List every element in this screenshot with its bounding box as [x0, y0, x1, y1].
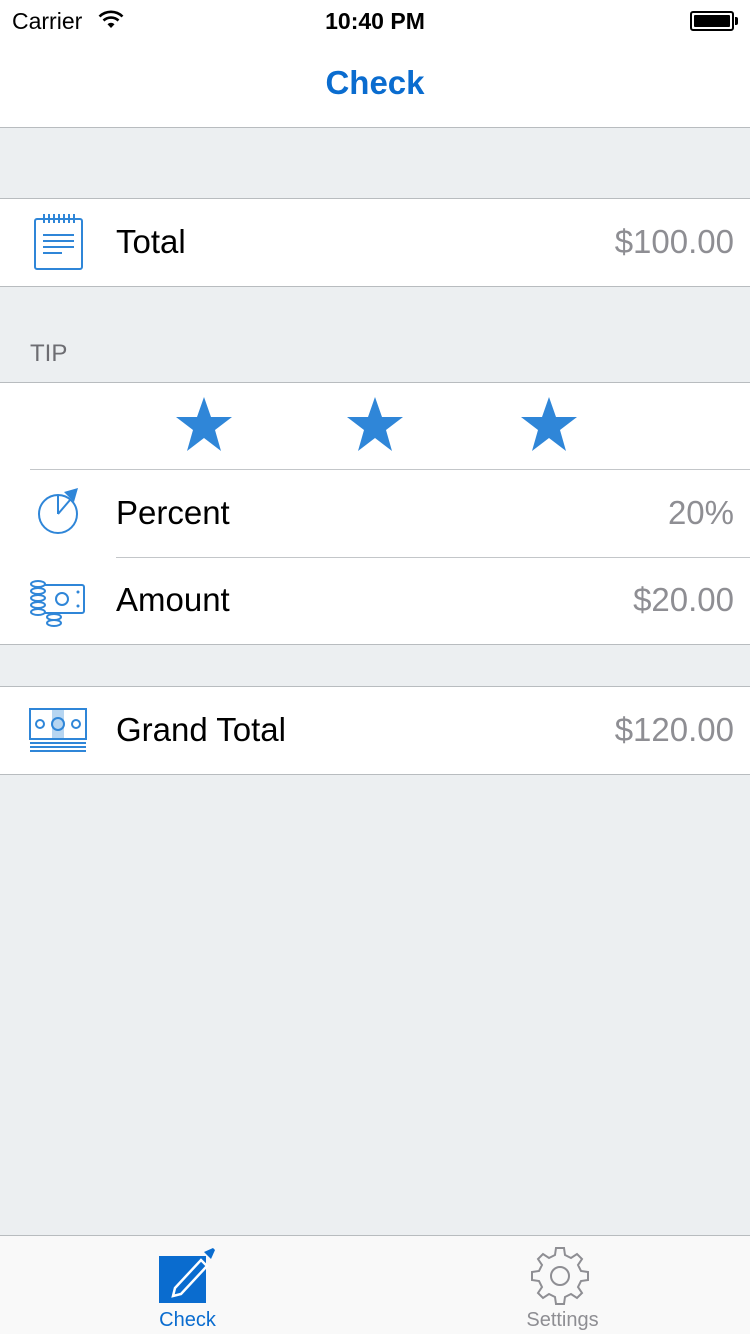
coins-bill-icon: [30, 580, 85, 627]
star-1-icon[interactable]: [174, 395, 234, 453]
tip-group: Percent 20% Amount $20.00: [0, 382, 750, 645]
total-row[interactable]: Total $100.00: [0, 199, 750, 286]
amount-label: Amount: [116, 581, 230, 618]
tab-bar: Check Settings: [0, 1235, 750, 1334]
grand-total-group: Grand Total $120.00: [0, 686, 750, 775]
amount-value[interactable]: $20.00: [633, 581, 734, 619]
total-value[interactable]: $100.00: [615, 223, 734, 261]
gear-icon: [531, 1247, 589, 1305]
grand-total-label: Grand Total: [116, 711, 286, 748]
clock: 10:40 PM: [325, 8, 425, 34]
tab-settings[interactable]: Settings: [375, 1236, 750, 1334]
banknotes-icon: [29, 708, 87, 752]
edit-icon: [159, 1248, 215, 1303]
percent-row[interactable]: Percent 20%: [0, 470, 750, 557]
star-2-icon[interactable]: [345, 395, 405, 453]
amount-row[interactable]: Amount $20.00: [0, 557, 750, 644]
tip-section-header: TIP: [30, 340, 68, 367]
grand-total-row[interactable]: Grand Total $120.00: [0, 687, 750, 774]
star-3-icon[interactable]: [519, 395, 579, 453]
tab-label: Settings: [526, 1309, 599, 1331]
battery-full-icon: [690, 11, 738, 31]
grand-total-value[interactable]: $120.00: [615, 711, 734, 749]
page-title: Check: [325, 64, 425, 101]
star-rating[interactable]: [0, 383, 750, 470]
total-group: Total $100.00: [0, 198, 750, 287]
tab-check[interactable]: Check: [0, 1236, 375, 1334]
status-bar: Carrier 10:40 PM: [0, 0, 750, 40]
percent-value[interactable]: 20%: [668, 494, 734, 532]
total-label: Total: [116, 223, 186, 260]
percent-label: Percent: [116, 494, 230, 531]
navigation-bar: Check: [0, 40, 750, 128]
receipt-icon: [34, 214, 83, 270]
tab-label: Check: [159, 1309, 216, 1331]
pie-chart-icon: [38, 488, 78, 534]
